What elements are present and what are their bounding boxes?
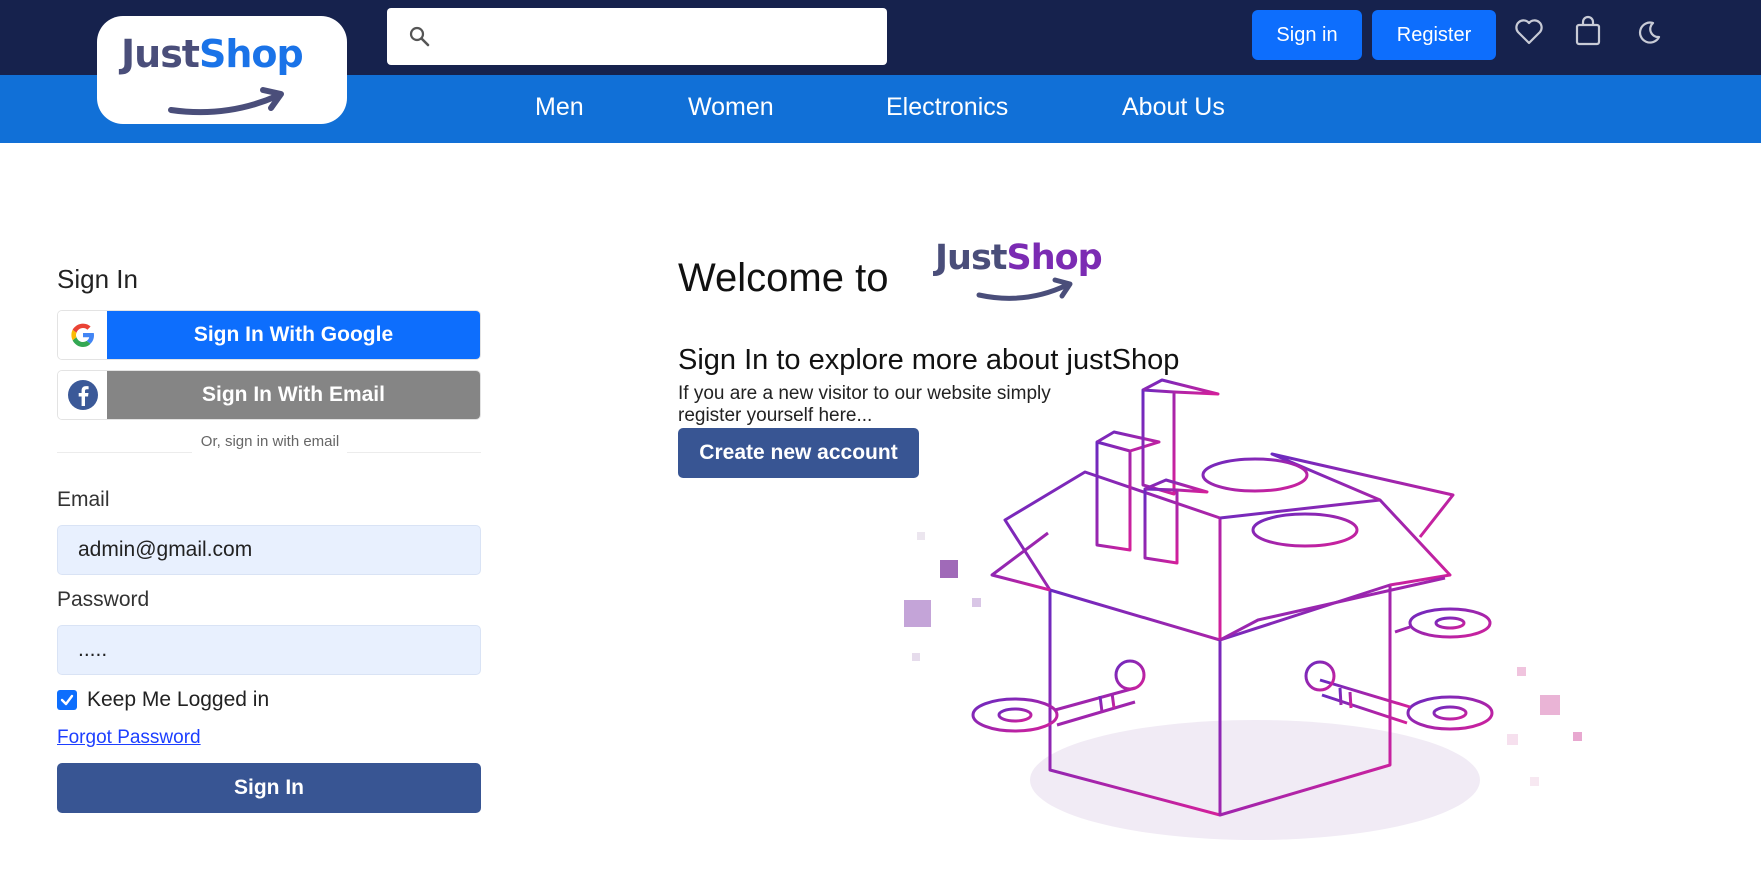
forgot-password-link[interactable]: Forgot Password [57, 727, 201, 749]
divider-left [57, 452, 192, 453]
welcome-heading: Welcome to [678, 256, 889, 300]
search-bar[interactable] [387, 8, 887, 65]
google-signin-label: Sign In With Google [107, 311, 480, 359]
site-logo[interactable]: JustShop [97, 16, 347, 124]
password-label: Password [57, 588, 150, 611]
email-label: Email [57, 488, 110, 511]
logo-arrow-icon [168, 87, 284, 116]
email-field[interactable]: admin@gmail.com [57, 525, 481, 575]
google-icon [70, 323, 94, 347]
shopping-bag-icon[interactable] [1575, 15, 1601, 47]
nav-item-men[interactable]: Men [535, 93, 584, 122]
header-register-button[interactable]: Register [1372, 10, 1496, 60]
heart-icon[interactable] [1514, 18, 1544, 46]
header-sign-in-button[interactable]: Sign in [1252, 10, 1362, 60]
keep-logged-in-checkbox[interactable] [57, 690, 77, 710]
divider-text: Or, sign in with email [200, 433, 340, 450]
google-signin-button[interactable]: Sign In With Google [57, 310, 481, 360]
keep-logged-in-label[interactable]: Keep Me Logged in [87, 688, 269, 712]
checkmark-icon [60, 694, 74, 706]
email-signin-label: Sign In With Email [107, 371, 480, 419]
nav-item-about-us[interactable]: About Us [1122, 93, 1225, 122]
welcome-brand-logo: JustShop [935, 238, 1103, 278]
facebook-icon [67, 380, 98, 410]
nav-item-electronics[interactable]: Electronics [886, 93, 1008, 122]
email-signin-button[interactable]: Sign In With Email [57, 370, 481, 420]
nav-item-women[interactable]: Women [688, 93, 774, 122]
box-illustration [904, 378, 1582, 840]
sign-in-submit-button[interactable]: Sign In [57, 763, 481, 813]
dark-mode-moon-icon[interactable] [1636, 20, 1662, 46]
brand-arrow-icon [976, 277, 1073, 301]
search-icon [409, 26, 430, 47]
logo-text: JustShop [121, 32, 304, 76]
password-field[interactable]: ..... [57, 625, 481, 675]
divider-right [347, 452, 481, 453]
create-account-button[interactable]: Create new account [678, 428, 919, 478]
signin-form-title: Sign In [57, 264, 138, 294]
